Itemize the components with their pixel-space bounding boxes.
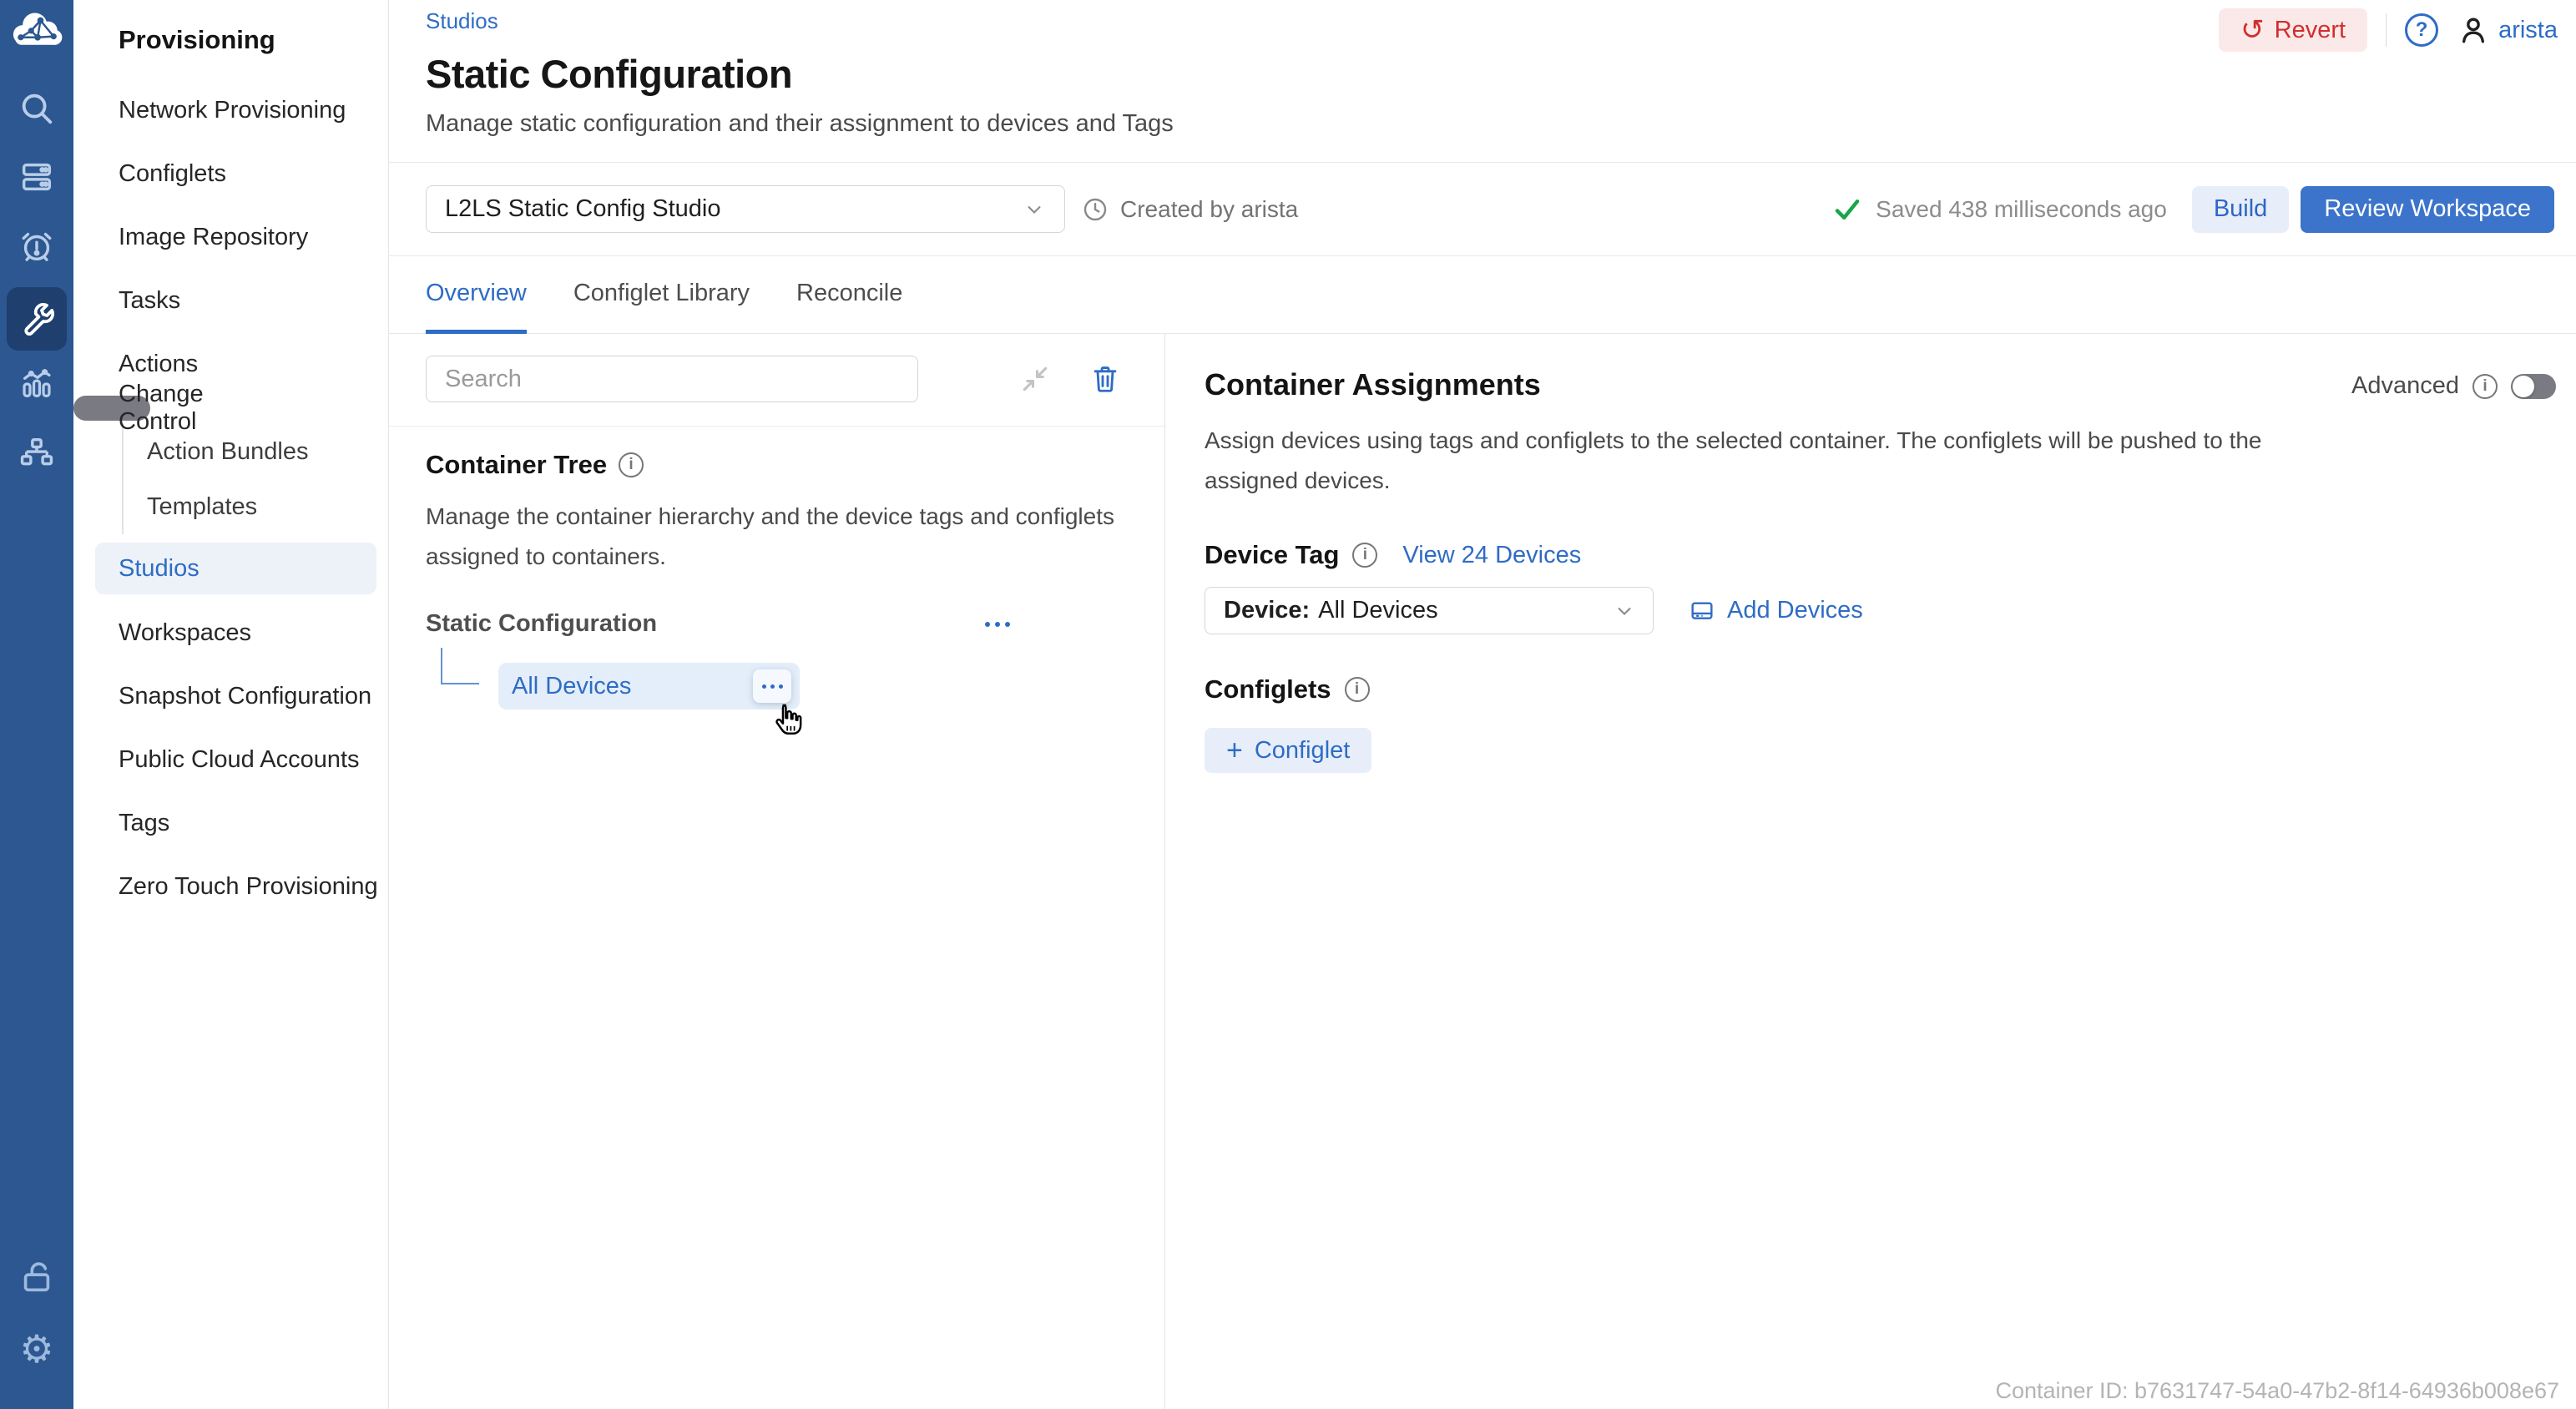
revert-button[interactable]: ↺ Revert <box>2219 8 2367 52</box>
clock-icon <box>1082 196 1109 223</box>
container-assignments-panel: Container Assignments Advanced i Assign … <box>1165 334 2576 1409</box>
tab-reconcile[interactable]: Reconcile <box>796 256 902 334</box>
sidebar-item-templates[interactable]: Templates <box>124 479 388 534</box>
saved-check-icon <box>1832 194 1862 225</box>
tree-connector <box>441 648 479 684</box>
assignments-description: Assign devices using tags and configlets… <box>1205 421 2323 500</box>
studio-bar-actions: Saved 438 milliseconds ago Build Review … <box>1832 186 2576 233</box>
app-rail: ⚙ <box>0 0 73 1409</box>
header-actions: ↺ Revert ? arista <box>2219 8 2558 52</box>
cloudvision-logo[interactable] <box>7 8 67 55</box>
container-tree-info-icon[interactable]: i <box>619 452 644 477</box>
tab-overview[interactable]: Overview <box>426 256 527 334</box>
delete-container-icon[interactable] <box>1089 363 1121 395</box>
node-ellipsis-menu-button[interactable] <box>753 669 791 703</box>
sidebar-item-tags[interactable]: Tags <box>73 791 388 855</box>
saved-status: Saved 438 milliseconds ago <box>1876 196 2167 223</box>
chevron-down-icon <box>1023 198 1046 221</box>
sidebar-item-public-cloud-accounts[interactable]: Public Cloud Accounts <box>73 728 388 791</box>
topology-icon[interactable] <box>17 433 57 473</box>
mouse-cursor-pointer <box>767 701 806 740</box>
undo-icon: ↺ <box>2240 16 2265 44</box>
container-tree-panel: Container Tree i Manage the container hi… <box>389 334 1165 1409</box>
change-control-subitems: Action Bundles Templates <box>122 424 388 534</box>
sidebar-item-workspaces[interactable]: Workspaces <box>73 601 388 664</box>
tab-configlet-library[interactable]: Configlet Library <box>573 256 750 334</box>
advanced-label: Advanced <box>2351 372 2459 400</box>
settings-gear-icon[interactable]: ⚙ <box>17 1329 57 1369</box>
header-divider <box>2386 13 2387 47</box>
sidebar-item-tasks[interactable]: Tasks <box>73 269 388 332</box>
created-by: Created by arista <box>1082 196 1298 223</box>
tree-root-label: Static Configuration <box>426 610 657 638</box>
add-devices-icon <box>1689 598 1715 624</box>
root-ellipsis-menu[interactable] <box>980 617 1015 632</box>
tree-node-all-devices[interactable]: All Devices <box>498 663 800 710</box>
device-tag-info-icon[interactable]: i <box>1352 543 1377 568</box>
container-id-text: Container ID: b7631747-54a0-47b2-8f14-64… <box>1995 1378 2559 1404</box>
tree-panel-icons <box>1019 363 1121 395</box>
sidebar-title: Provisioning <box>73 0 388 55</box>
sidebar-item-studios[interactable]: Studios <box>95 543 376 594</box>
user-name: arista <box>2498 17 2558 44</box>
user-avatar-icon <box>2457 13 2490 47</box>
studio-tabs: Overview Configlet Library Reconcile <box>389 256 2576 334</box>
toggle-knob <box>2513 376 2534 397</box>
search-input[interactable] <box>426 356 918 402</box>
sidebar-item-network-provisioning[interactable]: Network Provisioning <box>73 78 388 142</box>
events-alarm-icon[interactable] <box>17 226 57 266</box>
sidebar-item-image-repository[interactable]: Image Repository <box>73 205 388 269</box>
tree-search-row <box>389 334 1164 426</box>
breadcrumb-studios[interactable]: Studios <box>426 8 498 34</box>
build-button[interactable]: Build <box>2192 186 2290 233</box>
page-subtitle: Manage static configuration and their as… <box>426 110 2576 138</box>
provisioning-icon-selected[interactable] <box>7 287 67 351</box>
configlets-label: Configlets <box>1205 674 1331 704</box>
tree-node-area: All Devices <box>426 644 1128 736</box>
sidebar-item-configlets[interactable]: Configlets <box>73 142 388 205</box>
metrics-icon[interactable] <box>17 364 57 404</box>
search-icon[interactable] <box>17 88 57 129</box>
device-tag-select[interactable]: Device: All Devices <box>1205 587 1654 634</box>
view-devices-link[interactable]: View 24 Devices <box>1402 542 1581 569</box>
sidebar-item-change-control[interactable]: Change Control <box>73 396 150 421</box>
advanced-toggle[interactable] <box>2511 374 2556 399</box>
sidebar-item-snapshot-configuration[interactable]: Snapshot Configuration <box>73 664 388 728</box>
user-menu[interactable]: arista <box>2457 13 2558 47</box>
configlets-info-icon[interactable]: i <box>1345 677 1370 702</box>
chevron-down-icon <box>1613 599 1636 623</box>
device-tag-label: Device Tag <box>1205 540 1339 570</box>
container-tree-description: Manage the container hierarchy and the d… <box>426 497 1128 577</box>
page-title: Static Configuration <box>426 51 2576 97</box>
advanced-info-icon[interactable]: i <box>2472 374 2498 399</box>
container-tree-title: Container Tree <box>426 450 607 480</box>
page-header: Studios Static Configuration Manage stat… <box>389 0 2576 163</box>
advanced-controls: Advanced i <box>2351 372 2556 400</box>
tree-root-row[interactable]: Static Configuration <box>426 610 1015 638</box>
device-inventory-icon[interactable] <box>17 157 57 197</box>
review-workspace-button[interactable]: Review Workspace <box>2301 186 2554 233</box>
provisioning-sidebar: Provisioning Network Provisioning Config… <box>73 0 389 1409</box>
studio-select[interactable]: L2LS Static Config Studio <box>426 185 1065 233</box>
plus-icon: + <box>1226 736 1243 765</box>
sidebar-item-zero-touch-provisioning[interactable]: Zero Touch Provisioning <box>73 855 388 918</box>
help-icon[interactable]: ? <box>2405 13 2438 47</box>
add-configlet-button[interactable]: + Configlet <box>1205 728 1371 773</box>
tree-node-label: All Devices <box>512 673 631 700</box>
studio-bar: L2LS Static Config Studio Created by ari… <box>389 163 2576 256</box>
add-devices-link[interactable]: Add Devices <box>1689 597 1863 624</box>
unlock-icon[interactable] <box>17 1257 57 1297</box>
main-content: Studios Static Configuration Manage stat… <box>389 0 2576 1409</box>
collapse-tree-icon[interactable] <box>1019 363 1051 395</box>
